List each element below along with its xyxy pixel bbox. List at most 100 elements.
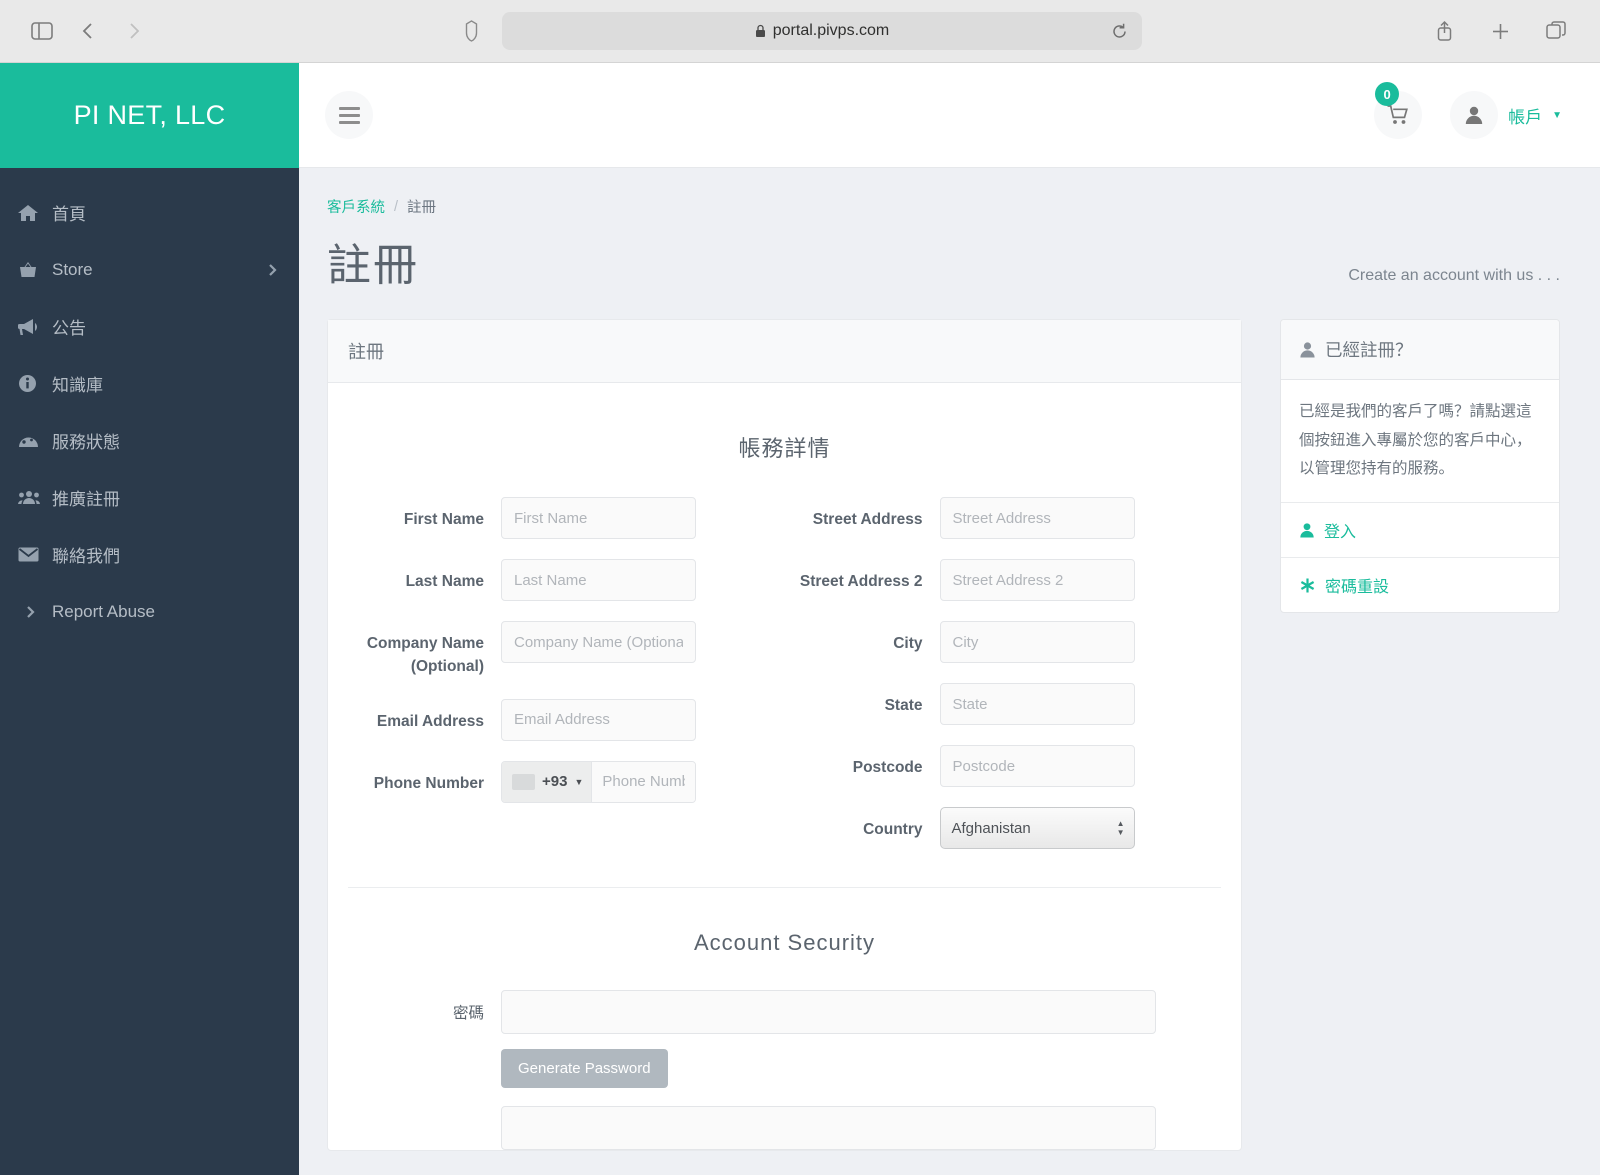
sidebar-item-label: 推廣註冊: [52, 490, 120, 509]
street-address-input[interactable]: [939, 497, 1135, 539]
field-label: Street Address 2: [799, 573, 923, 590]
card-body-text: 已經是我們的客戶了嗎？請點選這個按鈕進入專屬於您的客戶中心，以管理您持有的服務。: [1299, 403, 1532, 478]
menu-toggle-button[interactable]: [325, 91, 373, 139]
flag-icon: [512, 773, 535, 790]
sidebar-item-affiliate[interactable]: 推廣註冊: [0, 469, 299, 526]
breadcrumb: 客戶系統 / 註冊: [327, 196, 1560, 217]
basket-icon: [18, 261, 52, 279]
field-control: [939, 683, 1135, 725]
sidebar-item-service-status[interactable]: 服務狀態: [0, 412, 299, 469]
cart-button[interactable]: 0: [1374, 82, 1423, 139]
sidebar-item-report-abuse[interactable]: Report Abuse: [0, 583, 299, 640]
password-reset-link-label: 密碼重設: [1325, 579, 1390, 597]
phone-input-group: +93 ▼: [501, 760, 696, 803]
avatar: [1450, 91, 1499, 139]
content-columns: 註冊 帳務詳情 First Name First Name Last Name …: [327, 319, 1560, 1151]
tabs-overview-icon[interactable]: [1536, 11, 1576, 51]
field-password: 密碼 Generate Password: [328, 990, 1241, 1150]
field-control: [501, 621, 696, 663]
address-bar[interactable]: portal.pivps.com: [502, 12, 1142, 50]
account-label: 帳戶: [1508, 107, 1543, 127]
sidebar-item-contact[interactable]: 聯絡我們: [0, 526, 299, 583]
brand-logo[interactable]: PI NET, LLC: [0, 63, 299, 168]
billing-right-column: Street Address Street Address 2: [785, 497, 1224, 869]
hamburger-icon: [338, 106, 360, 124]
sidebar-item-label: 知識庫: [52, 376, 103, 395]
login-card-column: 已經註冊？ 已經是我們的客戶了嗎？請點選這個按鈕進入專屬於您的客戶中心，以管理您…: [1280, 319, 1560, 614]
postcode-input[interactable]: [939, 745, 1135, 787]
sidebar-item-label: 聯絡我們: [52, 547, 120, 566]
user-icon: [1299, 522, 1315, 538]
field-label: Country: [863, 821, 923, 838]
registration-panel-column: 註冊 帳務詳情 First Name First Name Last Name …: [327, 319, 1242, 1151]
field-street-address: Street Address: [785, 497, 1224, 539]
field-control: [939, 745, 1135, 787]
company-name-input[interactable]: [501, 621, 696, 663]
home-icon: [18, 204, 52, 222]
field-label: City: [893, 635, 923, 652]
street-address-2-input[interactable]: [939, 559, 1135, 601]
breadcrumb-root[interactable]: 客戶系統: [327, 196, 385, 217]
sidebar-item-label: 首頁: [52, 205, 86, 224]
chevron-down-icon: ▼: [1552, 109, 1562, 121]
city-input[interactable]: [939, 621, 1135, 663]
card-header-text: 已經註冊？: [1325, 340, 1413, 360]
reload-icon[interactable]: [1111, 23, 1128, 40]
asterisk-icon: [1299, 577, 1316, 594]
email-address-input[interactable]: [501, 698, 696, 741]
phone-number-input[interactable]: [592, 761, 695, 802]
password-label: 密碼: [452, 1005, 484, 1022]
gauge-icon: [18, 432, 52, 449]
browser-nav-controls: [0, 11, 154, 51]
sidebar-item-store[interactable]: Store: [0, 241, 299, 298]
field-label: Phone Number: [373, 774, 484, 792]
field-postcode: Postcode: [785, 745, 1224, 787]
password-reset-link[interactable]: 密碼重設: [1281, 557, 1559, 612]
field-control: [501, 497, 696, 539]
sidebar-item-knowledgebase[interactable]: 知識庫: [0, 355, 299, 412]
page-title: 註冊: [327, 241, 419, 290]
field-phone-number: Phone Number +93 ▼: [346, 760, 785, 803]
first-name-input[interactable]: [501, 497, 696, 539]
confirm-password-input[interactable]: [501, 1106, 1156, 1150]
password-input[interactable]: [501, 990, 1156, 1034]
chevron-right-icon: [268, 263, 277, 277]
sidebar-item-home[interactable]: 首頁: [0, 184, 299, 241]
browser-toolbar: portal.pivps.com: [0, 0, 1600, 63]
billing-section-title: 帳務詳情: [738, 436, 831, 461]
sidebar: PI NET, LLC 首頁 Store 公告 知識庫 服務狀態 推廣註冊 聯絡…: [0, 63, 299, 1175]
generate-password-button[interactable]: Generate Password: [501, 1049, 668, 1088]
last-name-input[interactable]: [501, 559, 696, 601]
plus-icon[interactable]: [1480, 11, 1520, 51]
field-city: City: [785, 621, 1224, 663]
page-title-row: 註冊 Create an account with us . . .: [327, 229, 1560, 293]
address-bar-group: portal.pivps.com: [458, 12, 1142, 50]
envelope-icon: [18, 547, 52, 562]
sidebar-item-announcements[interactable]: 公告: [0, 298, 299, 355]
field-control: Afghanistan ▲ ▼: [939, 807, 1135, 849]
field-country: Country Afghanistan ▲ ▼: [785, 807, 1224, 849]
state-input[interactable]: [939, 683, 1135, 725]
field-label: Company Name (Optional): [366, 635, 484, 676]
main-content: 0 帳戶 ▼ 客戶系統 / 註冊 註冊 Create an account wi…: [299, 63, 1600, 1175]
top-navbar: 0 帳戶 ▼: [299, 63, 1600, 168]
back-arrow-icon[interactable]: [68, 11, 108, 51]
account-security-section: Account Security 密碼 Generate Password: [328, 888, 1241, 1150]
login-link[interactable]: 登入: [1281, 502, 1559, 557]
account-menu[interactable]: 帳戶 ▼: [1450, 91, 1562, 139]
registration-panel: 註冊 帳務詳情 First Name First Name Last Name …: [327, 319, 1242, 1151]
lock-icon: [755, 24, 766, 38]
country-select[interactable]: Afghanistan: [939, 807, 1135, 849]
country-code-selector[interactable]: +93 ▼: [502, 761, 593, 802]
field-control: [939, 559, 1135, 601]
page-tagline: Create an account with us . . .: [1348, 267, 1560, 284]
field-label: Street Address: [812, 511, 923, 528]
security-section-title: Account Security: [693, 930, 876, 955]
users-icon: [18, 490, 52, 505]
privacy-shield-icon[interactable]: [458, 20, 484, 42]
app-shell: PI NET, LLC 首頁 Store 公告 知識庫 服務狀態 推廣註冊 聯絡…: [0, 63, 1600, 1175]
field-control: [939, 497, 1135, 539]
forward-arrow-icon: [114, 11, 154, 51]
share-icon[interactable]: [1424, 11, 1464, 51]
sidebar-toggle-icon[interactable]: [22, 11, 62, 51]
